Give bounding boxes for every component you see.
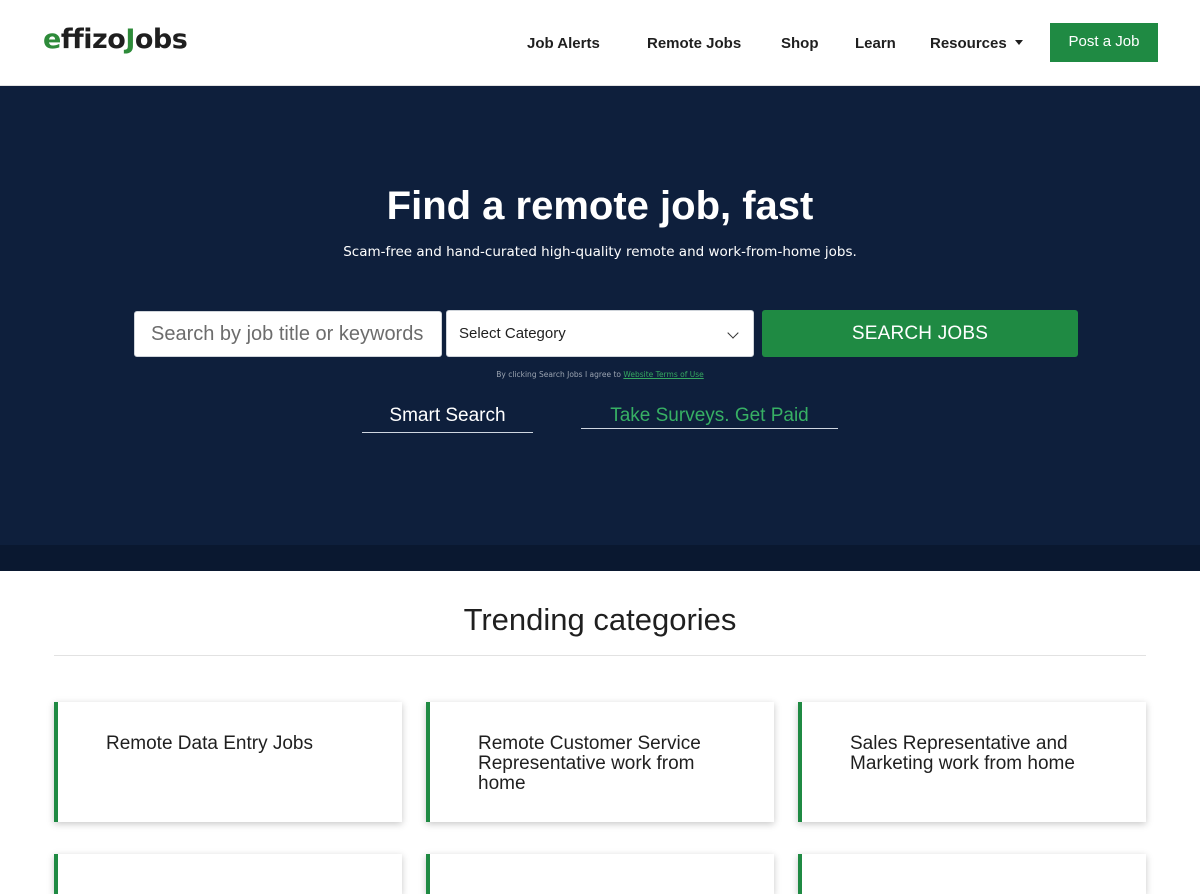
- category-card-customer-service[interactable]: Remote Customer Service Representative w…: [426, 702, 774, 822]
- category-card[interactable]: [54, 854, 402, 894]
- tab-take-surveys[interactable]: Take Surveys. Get Paid: [581, 405, 838, 429]
- search-jobs-button[interactable]: SEARCH JOBS: [762, 310, 1078, 357]
- nav-job-alerts[interactable]: Job Alerts: [527, 35, 600, 52]
- tab-smart-search[interactable]: Smart Search: [362, 405, 533, 433]
- terms-notice: By clicking Search Jobs I agree to Websi…: [0, 370, 1200, 379]
- category-card-sales-marketing[interactable]: Sales Representative and Marketing work …: [798, 702, 1146, 822]
- hero-bottom-band: [0, 545, 1200, 571]
- terms-of-use-link[interactable]: Website Terms of Use: [623, 370, 703, 379]
- hero-title: Find a remote job, fast: [386, 184, 814, 228]
- category-card[interactable]: [798, 854, 1146, 894]
- hero-subtitle: Scam-free and hand-curated high-quality …: [343, 244, 857, 260]
- nav-learn[interactable]: Learn: [855, 35, 896, 52]
- nav-resources-label: Resources: [930, 35, 1007, 52]
- nav-remote-jobs[interactable]: Remote Jobs: [647, 35, 741, 52]
- category-card[interactable]: [426, 854, 774, 894]
- category-select[interactable]: Select Category: [446, 310, 754, 357]
- category-card-label: Remote Customer Service Representative w…: [478, 733, 701, 794]
- category-card-label: Sales Representative and Marketing work …: [850, 733, 1075, 774]
- nav-resources-dropdown[interactable]: Resources: [930, 35, 1023, 52]
- chevron-down-icon: [727, 327, 739, 339]
- nav-shop[interactable]: Shop: [781, 35, 819, 52]
- top-nav: effizoJobs Job Alerts Remote Jobs Shop L…: [0, 0, 1200, 86]
- category-select-value: Select Category: [459, 325, 566, 342]
- category-card-label: Remote Data Entry Jobs: [106, 733, 313, 754]
- job-search-input[interactable]: [134, 311, 442, 357]
- site-logo[interactable]: effizoJobs: [43, 24, 188, 55]
- post-a-job-button[interactable]: Post a Job: [1050, 23, 1158, 62]
- section-divider: [54, 655, 1146, 656]
- terms-text: By clicking Search Jobs I agree to: [496, 370, 624, 379]
- caret-down-icon: [1014, 40, 1023, 45]
- category-card-data-entry[interactable]: Remote Data Entry Jobs: [54, 702, 402, 822]
- trending-categories-title: Trending categories: [463, 602, 737, 637]
